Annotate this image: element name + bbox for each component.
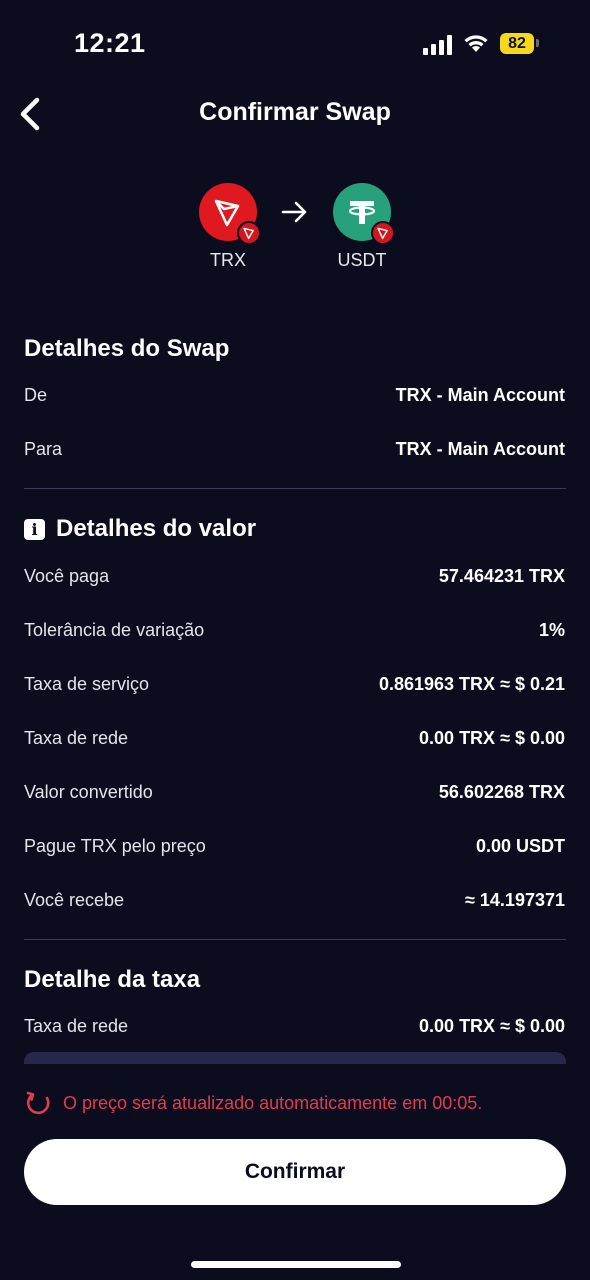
row-label: Tolerância de variação xyxy=(24,619,205,640)
refresh-notice-text: O preço será atualizado automaticamente … xyxy=(63,1092,483,1113)
row-label: Para xyxy=(24,438,63,459)
fee-row-network: Taxa de rede 0.00 TRX ≈ $ 0.00 xyxy=(24,1013,565,1039)
tron-badge-icon xyxy=(243,227,254,240)
battery-indicator: 82 xyxy=(500,33,534,54)
tron-network-badge xyxy=(237,221,261,245)
refresh-notice: O preço será atualizado automaticamente … xyxy=(24,1089,482,1117)
value-row-network-fee: Taxa de rede 0.00 TRX ≈ $ 0.00 xyxy=(24,725,565,751)
wifi-icon xyxy=(464,35,488,52)
fee-details-heading: Detalhe da taxa xyxy=(24,966,201,993)
row-value: 56.602268 TRX xyxy=(438,781,565,802)
value-row-converted: Valor convertido 56.602268 TRX xyxy=(24,779,565,805)
row-label: Taxa de serviço xyxy=(24,673,150,694)
row-label: Taxa de rede xyxy=(24,1015,129,1036)
row-label: Você paga xyxy=(24,565,110,586)
battery-tip xyxy=(536,39,539,47)
confirm-button[interactable]: Confirmar xyxy=(24,1139,566,1205)
value-row-you-receive: Você recebe ≈ 14.197371 xyxy=(24,887,565,913)
row-label: Valor convertido xyxy=(24,781,153,802)
row-value: 1% xyxy=(538,619,565,640)
cellular-signal-icon xyxy=(423,35,452,55)
trx-logo xyxy=(199,183,261,245)
value-row-slippage: Tolerância de variação 1% xyxy=(24,617,565,643)
fee-card-edge xyxy=(24,1052,566,1064)
row-value: 57.464231 TRX xyxy=(438,565,565,586)
detail-row-from: De TRX - Main Account xyxy=(24,382,565,408)
to-token-symbol: USDT xyxy=(337,250,387,270)
usdt-logo xyxy=(333,183,395,245)
row-value: 0.00 TRX ≈ $ 0.00 xyxy=(419,727,565,748)
divider xyxy=(24,939,566,940)
value-row-service-fee: Taxa de serviço 0.861963 TRX ≈ $ 0.21 xyxy=(24,671,565,697)
divider xyxy=(24,488,566,489)
value-details-heading: Detalhes do valor xyxy=(56,515,257,542)
info-icon: i xyxy=(24,518,45,540)
row-value: ≈ 14.197371 xyxy=(465,889,565,910)
to-token: USDT xyxy=(322,183,402,271)
row-label: Taxa de rede xyxy=(24,727,129,748)
row-value: TRX - Main Account xyxy=(395,438,565,459)
from-token: TRX xyxy=(188,183,268,271)
row-label: Você recebe xyxy=(24,889,125,910)
tron-network-badge xyxy=(371,221,395,245)
detail-row-to: Para TRX - Main Account xyxy=(24,436,565,462)
swap-details-heading: Detalhes do Swap xyxy=(24,335,230,362)
status-bar: 12:21 82 xyxy=(0,0,590,90)
row-value: 0.00 USDT xyxy=(475,835,565,856)
arrow-right-icon xyxy=(281,201,307,223)
value-row-price: Pague TRX pelo preço 0.00 USDT xyxy=(24,833,565,859)
fee-details-title: Detalhe da taxa xyxy=(24,966,200,994)
refresh-icon xyxy=(26,1091,50,1115)
row-value: TRX - Main Account xyxy=(395,384,565,405)
row-value: 0.861963 TRX ≈ $ 0.21 xyxy=(378,673,565,694)
from-token-symbol: TRX xyxy=(210,250,246,270)
value-row-you-pay: Você paga 57.464231 TRX xyxy=(24,563,565,589)
row-label: Pague TRX pelo preço xyxy=(24,835,206,856)
tron-badge-icon xyxy=(377,227,388,240)
row-label: De xyxy=(24,384,48,405)
page-title: Confirmar Swap xyxy=(199,98,391,126)
home-indicator[interactable] xyxy=(191,1261,401,1268)
value-details-title: i Detalhes do valor xyxy=(24,515,256,543)
status-time: 12:21 xyxy=(74,28,146,58)
row-value: 0.00 TRX ≈ $ 0.00 xyxy=(419,1015,565,1036)
swap-details-title: Detalhes do Swap xyxy=(24,335,229,363)
